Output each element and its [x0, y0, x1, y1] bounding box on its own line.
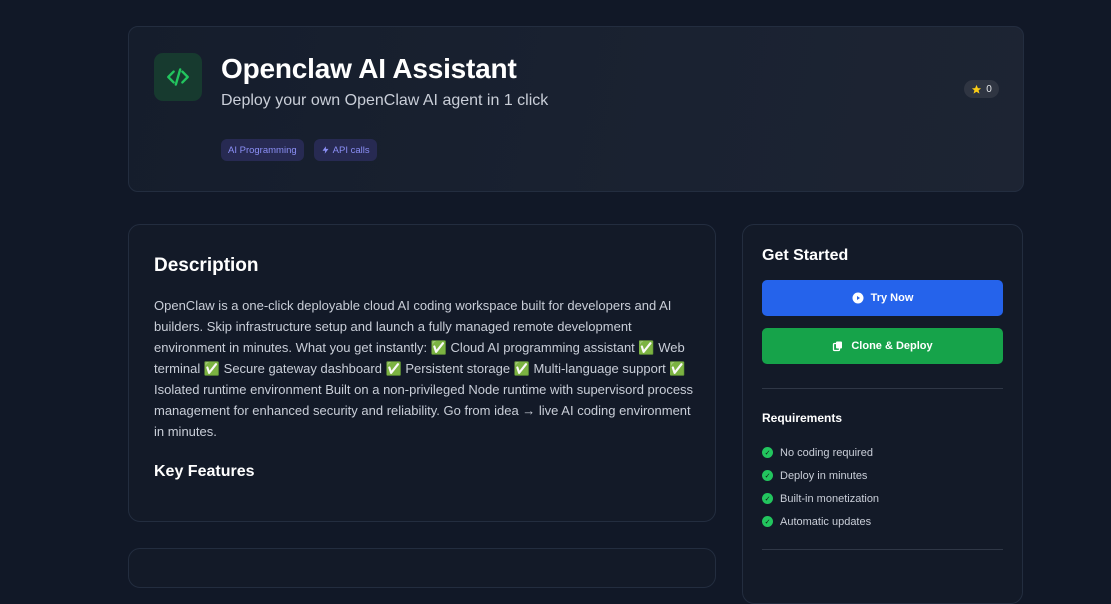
description-text: OpenClaw is a one-click deployable cloud… — [154, 298, 694, 439]
try-now-label: Try Now — [870, 292, 914, 304]
description-heading: Description — [154, 255, 259, 276]
code-icon — [154, 53, 202, 101]
description-card: Description OpenClaw is a one-click depl… — [128, 224, 716, 522]
try-now-button[interactable]: Try Now — [762, 280, 1003, 316]
check-icon: ✓ — [762, 447, 773, 458]
lightning-icon — [322, 146, 329, 154]
star-icon — [972, 84, 982, 94]
requirement-label: No coding required — [780, 446, 873, 459]
requirement-label: Automatic updates — [780, 515, 872, 528]
list-item: ✓ Automatic updates — [762, 510, 879, 533]
key-features-heading: Key Features — [154, 463, 255, 480]
play-icon — [852, 292, 864, 304]
check-icon: ✓ — [762, 516, 773, 527]
tag-ai-programming[interactable]: AI Programming — [221, 139, 304, 161]
divider — [762, 549, 1003, 550]
check-icon: ✓ — [762, 493, 773, 504]
list-item: ✓ No coding required — [762, 441, 879, 464]
page-title: Openclaw AI Assistant — [221, 53, 517, 84]
page-subtitle: Deploy your own OpenClaw AI agent in 1 c… — [221, 92, 549, 109]
star-count-badge[interactable]: 0 — [964, 80, 999, 98]
tag-api-calls[interactable]: API calls — [313, 139, 377, 161]
copy-icon — [833, 341, 843, 352]
list-item: ✓ Deploy in minutes — [762, 464, 879, 487]
check-icon: ✓ — [762, 470, 773, 481]
star-count: 0 — [986, 83, 992, 95]
tag-label: AI Programming — [228, 144, 297, 156]
clone-deploy-button[interactable]: Clone & Deploy — [762, 328, 1003, 364]
tag-list: AI Programming API calls — [221, 139, 377, 161]
divider — [762, 388, 1003, 389]
requirements-heading: Requirements — [762, 411, 843, 425]
requirement-label: Built-in monetization — [780, 492, 880, 505]
next-section-card — [128, 548, 716, 588]
get-started-heading: Get Started — [762, 247, 849, 264]
list-item: ✓ Built-in monetization — [762, 487, 879, 510]
tag-label: API calls — [332, 144, 370, 156]
requirements-list: ✓ No coding required ✓ Deploy in minutes… — [762, 441, 879, 533]
requirement-label: Deploy in minutes — [780, 469, 868, 482]
get-started-panel: Get Started Try Now Clone & Deploy Requi… — [742, 224, 1023, 604]
app-header-card: Openclaw AI Assistant Deploy your own Op… — [128, 26, 1024, 192]
clone-deploy-label: Clone & Deploy — [851, 340, 933, 352]
